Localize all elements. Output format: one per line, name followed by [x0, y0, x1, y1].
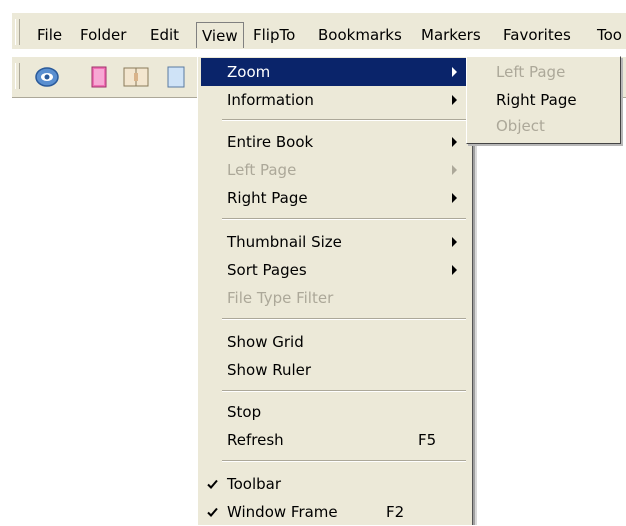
- menu-view[interactable]: View: [196, 22, 244, 48]
- toolbar-grip[interactable]: [15, 63, 20, 89]
- checkmark-icon: [207, 479, 218, 489]
- menu-edit[interactable]: Edit: [150, 22, 179, 48]
- menu-item-entire-book[interactable]: Entire Book: [201, 128, 467, 156]
- menu-item-sort-pages[interactable]: Sort Pages: [201, 256, 467, 284]
- menu-item-label: Show Grid: [227, 333, 304, 351]
- menu-file[interactable]: File: [37, 22, 62, 48]
- menu-favorites[interactable]: Favorites: [503, 22, 571, 48]
- submenu-item-label: Left Page: [496, 63, 566, 81]
- menu-tools[interactable]: Too: [597, 22, 622, 48]
- submenu-arrow-icon: [452, 137, 457, 147]
- zoom-submenu: Left Page Right Page Object: [466, 56, 621, 144]
- eye-icon[interactable]: [34, 65, 59, 89]
- menu-markers[interactable]: Markers: [421, 22, 481, 48]
- pink-page-icon[interactable]: [90, 65, 114, 89]
- submenu-item-right-page[interactable]: Right Page: [470, 86, 615, 114]
- menu-bookmarks[interactable]: Bookmarks: [318, 22, 402, 48]
- menu-item-label: Right Page: [227, 189, 308, 207]
- menu-item-window-frame[interactable]: Window Frame F2: [201, 498, 467, 526]
- submenu-arrow-icon: [452, 265, 457, 275]
- submenu-arrow-icon: [452, 165, 457, 175]
- menu-item-shortcut: F5: [418, 431, 437, 449]
- book-icon[interactable]: [122, 65, 149, 89]
- menu-item-label: File Type Filter: [227, 289, 334, 307]
- submenu-item-label: Right Page: [496, 91, 577, 109]
- view-menu: Zoom Information Entire Book Left Page R…: [197, 56, 473, 525]
- submenu-item-object: Object: [470, 112, 615, 140]
- menu-item-file-type-filter: File Type Filter: [201, 284, 467, 312]
- menu-item-label: Sort Pages: [227, 261, 307, 279]
- menu-item-label: Show Ruler: [227, 361, 312, 379]
- menu-item-zoom[interactable]: Zoom: [201, 58, 467, 86]
- menu-separator: [222, 218, 466, 220]
- menu-flipto[interactable]: FlipTo: [253, 22, 295, 48]
- menu-item-label: Refresh: [227, 431, 284, 449]
- menu-separator: [222, 390, 466, 392]
- menu-item-label: Stop: [227, 403, 262, 421]
- menu-item-label: Toolbar: [227, 475, 282, 493]
- menu-separator: [222, 318, 466, 320]
- page-icon[interactable]: [166, 65, 190, 89]
- menubar: File Folder Edit View FlipTo Bookmarks M…: [12, 12, 626, 49]
- submenu-arrow-icon: [452, 237, 457, 247]
- menu-separator: [222, 460, 466, 462]
- submenu-item-label: Object: [496, 117, 545, 135]
- checkmark-icon: [207, 507, 218, 517]
- menu-item-label: Left Page: [227, 161, 297, 179]
- menu-item-information[interactable]: Information: [201, 86, 467, 114]
- menu-item-left-page: Left Page: [201, 156, 467, 184]
- submenu-item-left-page: Left Page: [470, 58, 615, 86]
- menu-folder[interactable]: Folder: [80, 22, 126, 48]
- menu-item-shortcut: F2: [386, 503, 405, 521]
- menu-item-show-grid[interactable]: Show Grid: [201, 328, 467, 356]
- submenu-arrow-icon: [452, 95, 457, 105]
- submenu-arrow-icon: [452, 67, 457, 77]
- menu-item-thumbnail-size[interactable]: Thumbnail Size: [201, 228, 467, 256]
- menu-item-label: Entire Book: [227, 133, 314, 151]
- menu-item-label: Zoom: [227, 63, 271, 81]
- menu-item-show-ruler[interactable]: Show Ruler: [201, 356, 467, 384]
- menu-item-label: Window Frame: [227, 503, 338, 521]
- menubar-grip[interactable]: [15, 19, 20, 45]
- menu-item-toolbar[interactable]: Toolbar: [201, 470, 467, 498]
- menu-item-refresh[interactable]: Refresh F5: [201, 426, 467, 454]
- menu-item-stop[interactable]: Stop: [201, 398, 467, 426]
- menu-separator: [222, 119, 466, 121]
- menu-item-right-page[interactable]: Right Page: [201, 184, 467, 212]
- menu-item-label: Information: [227, 91, 314, 109]
- submenu-arrow-icon: [452, 193, 457, 203]
- menu-item-label: Thumbnail Size: [227, 233, 342, 251]
